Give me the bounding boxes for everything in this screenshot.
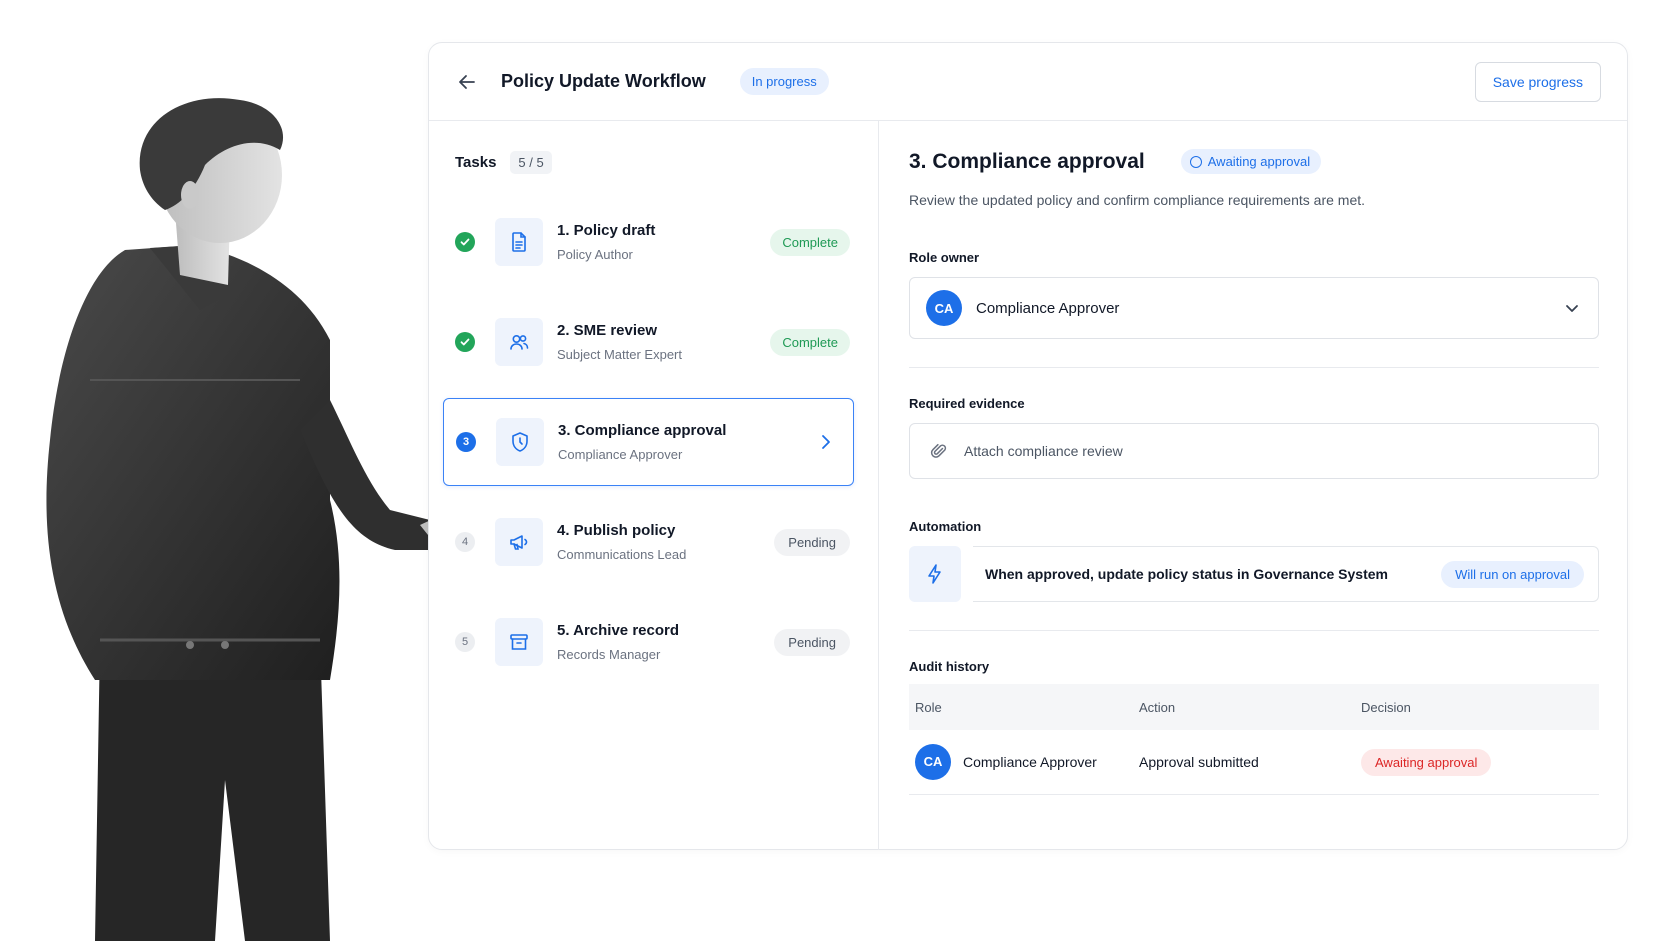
audit-history-label: Audit history	[909, 659, 990, 674]
task-title: 4. Publish policy	[557, 522, 676, 539]
role-owner-label: Role owner	[909, 250, 980, 265]
detail-title: 3. Compliance approval	[909, 149, 1145, 173]
shield-icon	[496, 418, 544, 466]
step-number-badge: 3	[456, 432, 476, 452]
tasks-label: Tasks	[455, 154, 497, 171]
role-owner-select[interactable]: CA Compliance Approver	[909, 277, 1599, 339]
lightning-bolt-icon	[909, 546, 961, 602]
decision-badge: Awaiting approval	[1361, 748, 1492, 776]
automation-row: When approved, update policy status in G…	[909, 546, 1599, 602]
task-title: 1. Policy draft	[557, 222, 656, 239]
step-number-badge: 5	[455, 632, 475, 652]
megaphone-icon	[495, 518, 543, 566]
automation-text: When approved, update policy status in G…	[985, 566, 1388, 582]
audit-action: Approval submitted	[1133, 730, 1355, 795]
status-badge-label: Awaiting approval	[1207, 154, 1311, 169]
status-badge: Complete	[770, 228, 850, 256]
paperclip-icon	[930, 442, 948, 460]
role-owner-value: Compliance Approver	[976, 299, 1120, 317]
attach-placeholder: Attach compliance review	[964, 443, 1123, 459]
audit-role: Compliance Approver	[963, 753, 1097, 770]
avatar: CA	[926, 290, 962, 326]
detail-description: Review the updated policy and confirm co…	[909, 192, 1366, 208]
save-progress-button[interactable]: Save progress	[1474, 62, 1601, 102]
chevron-down-icon	[1564, 300, 1580, 321]
status-badge: Pending	[774, 628, 850, 656]
avatar: CA	[915, 743, 951, 780]
task-item-compliance-approval[interactable]: 3 3. Compliance approval Compliance Appr…	[443, 398, 854, 486]
users-icon	[495, 318, 543, 366]
divider	[909, 367, 1599, 368]
archive-icon	[495, 618, 543, 666]
step-number-badge: 4	[455, 532, 475, 552]
workflow-status-badge: In progress	[739, 68, 829, 95]
check-icon	[455, 232, 475, 252]
task-title: 2. SME review	[557, 322, 658, 339]
task-item-sme-review[interactable]: 2. SME review Subject Matter Expert Comp…	[455, 298, 850, 386]
task-item-publish-policy[interactable]: 4 4. Publish policy Communications Lead …	[455, 498, 850, 586]
tasks-panel: Tasks 5 / 5 1. Policy draft Policy Autho…	[429, 121, 879, 850]
task-role: Compliance Approver	[558, 447, 683, 462]
workflow-card: Policy Update Workflow In progress Save …	[428, 42, 1628, 850]
automation-status-badge: Will run on approval	[1441, 560, 1584, 588]
task-role: Records Manager	[557, 647, 661, 662]
table-row: CA Compliance Approver Approval submitte…	[909, 730, 1599, 795]
task-title: 3. Compliance approval	[558, 422, 727, 439]
column-header-action: Action	[1139, 699, 1176, 715]
circle-icon	[1189, 155, 1202, 168]
task-role: Subject Matter Expert	[557, 347, 682, 362]
attach-evidence-field[interactable]: Attach compliance review	[909, 423, 1599, 479]
task-role: Policy Author	[557, 247, 633, 262]
audit-history-table: Role Action Decision CA Compliance Appro…	[909, 684, 1599, 795]
status-badge: Pending	[774, 528, 850, 556]
tasks-count-badge: 5 / 5	[510, 151, 552, 174]
automation-label: Automation	[909, 519, 982, 534]
divider	[909, 630, 1599, 631]
status-badge: Awaiting approval	[1180, 149, 1322, 174]
task-detail-panel: 3. Compliance approval Awaiting approval…	[879, 121, 1627, 850]
column-header-decision: Decision	[1361, 699, 1411, 715]
task-title: 5. Archive record	[557, 622, 679, 639]
page-title: Policy Update Workflow	[501, 71, 706, 91]
status-badge: Complete	[770, 328, 850, 356]
required-evidence-label: Required evidence	[909, 396, 1025, 411]
task-item-archive-record[interactable]: 5 5. Archive record Records Manager Pend…	[455, 598, 850, 686]
document-icon	[495, 218, 543, 266]
card-header: Policy Update Workflow In progress Save …	[429, 43, 1627, 121]
task-item-policy-draft[interactable]: 1. Policy draft Policy Author Complete	[455, 198, 850, 286]
back-arrow-icon[interactable]	[457, 70, 481, 94]
task-role: Communications Lead	[557, 547, 687, 562]
column-header-role: Role	[915, 699, 942, 715]
chevron-right-icon	[815, 434, 837, 450]
check-icon	[455, 332, 475, 352]
